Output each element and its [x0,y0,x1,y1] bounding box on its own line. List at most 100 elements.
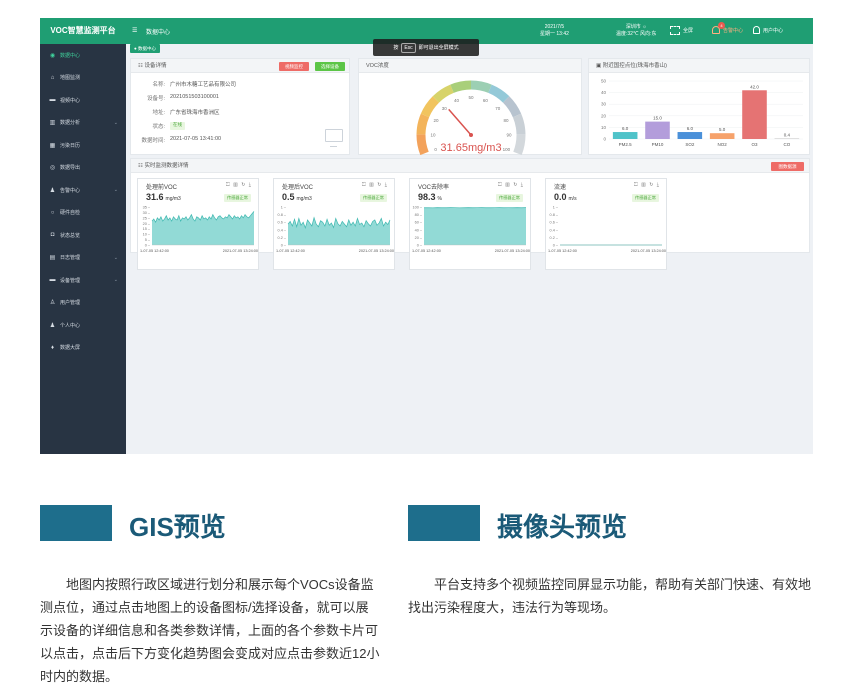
param-card[interactable]: 处理前VOC⏍ ▥ ↻ ⤓31.6mg/m3传感器正常35 –30 –25 –2… [137,178,259,270]
chevron-down-icon: ⌄ [114,120,118,126]
bar-value-label: 42.0 [750,84,759,89]
device-icon: ▬ [49,277,56,283]
sidebar-item-label: 数据导出 [60,164,80,171]
sidebar-item-label: 告警中心 [60,187,80,194]
sidebar-item-calendar[interactable]: ▦污染日历 [40,134,126,157]
fullscreen-icon [670,26,680,35]
param-card[interactable]: 流速⏍ ▥ ↻ ⤓0.0m/s传感器正常1 –0.8 –0.6 –0.4 –0.… [545,178,667,270]
sidebar-item-analysis[interactable]: ▥数据分析⌄ [40,112,126,135]
device-status-key: 状态: [139,122,165,130]
fullscreen-button[interactable]: 全屏 [670,26,693,35]
sidebar-item-check[interactable]: ○硬件自检 [40,202,126,225]
device-id-key: 设备号: [139,94,165,102]
trend-y-tick: 0.6 – [278,221,287,225]
bar-y-tick: 30 [601,102,607,107]
camera-section-description: 平台支持多个视频监控同屏显示功能，帮助有关部门快速、有效地找出污染程度大，违法行… [408,573,816,619]
param-value: 0.5mg/m3 [282,192,312,202]
sidebar-item-person[interactable]: ♟个人中心 [40,314,126,337]
sidebar-item-export[interactable]: ◎数据导出 [40,157,126,180]
chart-tools-icon[interactable]: ⏍ ▥ ↻ ⤓ [226,182,252,188]
chevron-down-icon: ⌄ [114,277,118,283]
trend-y-tick: 80 – [415,213,423,217]
alarm-count-badge: 4 [718,22,725,29]
sidebar-item-log[interactable]: ▤日志管理⌄ [40,247,126,270]
bar-category-label: PM10 [652,142,664,147]
trend-y-tick: 0.2 – [550,236,559,240]
esc-key: Esc [401,43,415,53]
trend-y-tick: 20 – [415,236,423,240]
gauge-arc-segment [506,99,517,115]
bar-y-tick: 40 [601,90,607,95]
data-time-key: 数据时间: [139,136,165,144]
bar-value-label: 5.0 [719,127,726,132]
sidebar-item-status[interactable]: ◘状态总览 [40,224,126,247]
voc-gauge: 010203040506070809010031.65mg/m3 [359,73,583,155]
sidebar-item-users[interactable]: ♙用户管理 [40,292,126,315]
bar-y-tick: 50 [601,79,607,84]
bar-value-label: 15.0 [653,116,662,121]
trend-x-start: 1-07-05 12:42:00 [276,249,305,253]
trend-y-tick: 0.6 – [550,221,559,225]
alarm-label: 告警中心 [723,27,743,34]
user-center-button[interactable]: 用户中心 [753,26,783,34]
trend-area [152,211,254,245]
gis-section-description: 地图内按照行政区域进行划分和展示每个VOCs设备监测点位，通过点击地图上的设备图… [40,573,380,688]
trend-y-tick: 1 – [281,206,287,210]
breadcrumb[interactable]: 数据中心 [146,27,170,36]
tab-data-center[interactable]: ● 数据中心 [130,44,160,53]
trend-y-tick: 0 – [281,244,287,248]
sidebar-item-screen[interactable]: ♦数据大屏 [40,337,126,360]
sidebar-item-device[interactable]: ▬设备管理⌄ [40,269,126,292]
esc-tip-prefix: 按 [393,44,398,51]
sidebar-item-map[interactable]: ⌂ 地图监测 [40,67,126,90]
video-monitor-button[interactable]: 视频监控 [279,62,309,71]
device-address-row: 地址:广东省珠海市香洲区 [139,108,220,116]
bar-category-label: NO2 [718,142,728,147]
trend-y-tick: 15 – [143,227,151,231]
gauge-tick-label: 0 [434,147,437,152]
fullscreen-label: 全屏 [683,27,693,34]
sensor-status-badge: 传感器正常 [496,194,523,202]
sidebar-item-dashboard[interactable]: ◉数据中心 [40,44,126,67]
param-value-number: 0.5 [282,192,295,202]
chart-source-button[interactable]: 图数据源 [771,162,804,171]
param-unit: mg/m3 [297,196,312,202]
trend-x-end: 2021-07-05 13:24:00 [359,249,394,253]
sidebar-item-label: 污染日历 [60,142,80,149]
map-icon: ⌂ [49,75,56,81]
sidebar-item-label: 地图监测 [60,74,80,81]
param-value-number: 0.0 [554,192,567,202]
sidebar-item-label: 数据中心 [60,52,80,59]
data-time-value: 2021-07-05 13:41:00 [170,136,221,144]
trend-chart: 1 –0.8 –0.6 –0.4 –0.2 –0 –1-07-05 12:42:… [274,205,396,255]
chart-tools-icon[interactable]: ⏍ ▥ ↻ ⤓ [634,182,660,188]
gauge-tick-label: 80 [503,118,509,123]
param-card[interactable]: VOC去除率⏍ ▥ ↻ ⤓98.3%传感器正常100 –80 –60 –40 –… [409,178,531,270]
gauge-tick-label: 60 [483,98,489,103]
menu-icon[interactable]: ☰ [132,27,137,34]
esc-tip: 按 Esc 即可退出全屏模式 [373,39,479,56]
log-icon: ▤ [49,254,56,261]
device-name-key: 名称: [139,80,165,88]
param-unit: % [438,196,442,202]
chart-tools-icon[interactable]: ⏍ ▥ ↻ ⤓ [498,182,524,188]
sidebar-item-bell[interactable]: ♟告警中心⌄ [40,179,126,202]
sidebar-item-video[interactable]: ▬视频中心 [40,89,126,112]
gauge-arc-segment [436,89,452,100]
param-name: 处理后VOC [282,182,313,191]
select-device-button[interactable]: 选择设备 [315,62,345,71]
gis-section-title: GIS预览 [129,507,226,544]
chart-tools-icon[interactable]: ⏍ ▥ ↻ ⤓ [362,182,388,188]
gauge-arc-segment [421,115,425,134]
bell-icon: ♟ [49,187,56,194]
app-title: VOC智慧监测平台 [40,18,126,44]
trend-y-tick: 0 – [417,244,423,248]
alarm-center-button[interactable]: 4 告警中心 [712,26,743,34]
param-card[interactable]: 处理后VOC⏍ ▥ ↻ ⤓0.5mg/m3传感器正常1 –0.8 –0.6 –0… [273,178,395,270]
gauge-tick-label: 30 [442,106,448,111]
gauge-card-title: VOC浓度 [359,59,581,73]
sensor-status-badge: 传感器正常 [632,194,659,202]
param-unit: m/s [569,196,577,202]
bar [678,132,703,139]
trend-y-tick: 5 – [145,238,151,242]
